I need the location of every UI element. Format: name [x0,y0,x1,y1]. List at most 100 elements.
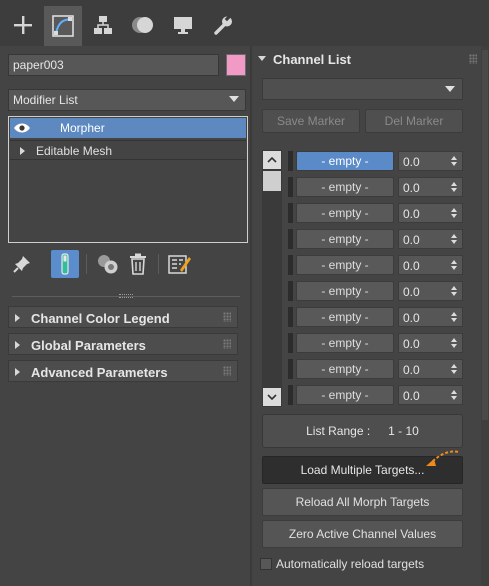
modifier-stack: Morpher Editable Mesh [8,116,248,243]
scroll-up-button[interactable] [263,151,281,169]
save-marker-button[interactable]: Save Marker [262,109,360,133]
stack-toolbar [8,250,248,278]
channel-name-button[interactable]: - empty - [296,307,394,327]
chevron-down-icon [229,96,239,102]
scrollbar-thumb[interactable] [263,171,281,191]
channel-scrollbar[interactable] [262,150,282,407]
monitor-icon [174,17,192,34]
channel-name-button[interactable]: - empty - [296,177,394,197]
channel-value-spinner[interactable]: 0.0 [398,385,463,405]
pin-stack-button[interactable] [8,250,36,278]
channel-value-spinner[interactable]: 0.0 [398,229,463,249]
scrollbar-thumb[interactable] [482,50,488,420]
channel-value-spinner[interactable]: 0.0 [398,203,463,223]
trash-icon [130,253,146,275]
chevron-up-icon [267,157,277,163]
eye-icon[interactable] [13,122,31,134]
spinner-down-icon[interactable] [451,240,457,244]
rollout-title: Global Parameters [31,338,146,353]
channel-value: 0.0 [403,259,420,273]
channel-value-spinner[interactable]: 0.0 [398,281,463,301]
spinner-up-icon[interactable] [451,338,457,342]
spinner-up-icon[interactable] [451,312,457,316]
expand-arrow-icon[interactable] [20,147,25,155]
spinner-down-icon[interactable] [451,214,457,218]
spinner-up-icon[interactable] [451,208,457,212]
rollout-title: Advanced Parameters [31,365,168,380]
stack-item-morpher[interactable]: Morpher [10,118,246,138]
drag-handle-icon[interactable] [223,312,231,322]
channel-name-button[interactable]: - empty - [296,281,394,301]
button-label: Load Multiple Targets... [300,463,425,477]
channel-list: - empty - 0.0 - empty - 0.0 - empty - 0.… [262,150,463,407]
channel-list-header[interactable]: Channel List [250,46,477,72]
splitter-grip[interactable] [119,294,133,298]
channel-color-indicator [288,281,293,301]
channel-value-spinner[interactable]: 0.0 [398,177,463,197]
drag-handle-icon[interactable] [223,366,231,376]
zero-active-channel-values-button[interactable]: Zero Active Channel Values [262,520,463,548]
modifier-list-dropdown[interactable]: Modifier List [8,89,246,111]
auto-reload-label[interactable]: Automatically reload targets [276,557,424,571]
channel-value-spinner[interactable]: 0.0 [398,255,463,275]
rollout-advanced-parameters[interactable]: Advanced Parameters [8,360,238,382]
spinner-up-icon[interactable] [451,286,457,290]
create-tab[interactable] [4,6,42,44]
drag-handle-icon[interactable] [469,54,477,64]
spinner-up-icon[interactable] [451,260,457,264]
channel-name-button[interactable]: - empty - [296,229,394,249]
motion-tab[interactable] [124,6,162,44]
configure-modifier-sets-icon [168,255,191,274]
display-tab[interactable] [164,6,202,44]
spinner-up-icon[interactable] [451,156,457,160]
drag-handle-icon[interactable] [223,339,231,349]
spinner-down-icon[interactable] [451,162,457,166]
remove-modifier-button[interactable] [124,250,152,278]
stack-item-editable-mesh[interactable]: Editable Mesh [10,140,246,160]
spinner-down-icon[interactable] [451,370,457,374]
del-marker-button[interactable]: Del Marker [365,109,463,133]
utilities-tab[interactable] [204,6,242,44]
channel-value-spinner[interactable]: 0.0 [398,307,463,327]
channel-value-spinner[interactable]: 0.0 [398,359,463,379]
channel-row-4: - empty - 0.0 [288,229,463,249]
plus-icon [14,16,32,34]
channel-name-button[interactable]: - empty - [296,203,394,223]
channel-name-button[interactable]: - empty - [296,359,394,379]
rollout-global-parameters[interactable]: Global Parameters [8,333,238,355]
scroll-down-button[interactable] [263,388,281,406]
channel-color-indicator [288,177,293,197]
channel-value: 0.0 [403,337,420,351]
channel-value-spinner[interactable]: 0.0 [398,151,463,171]
spinner-up-icon[interactable] [451,364,457,368]
reload-all-morph-targets-button[interactable]: Reload All Morph Targets [262,488,463,516]
channel-value-spinner[interactable]: 0.0 [398,333,463,353]
show-end-result-button[interactable] [51,250,79,278]
hierarchy-tab[interactable] [84,6,122,44]
spinner-down-icon[interactable] [451,318,457,322]
spinner-down-icon[interactable] [451,266,457,270]
spinner-up-icon[interactable] [451,234,457,238]
make-unique-button[interactable] [94,250,122,278]
object-name-field[interactable]: paper003 [8,54,219,76]
spinner-down-icon[interactable] [451,396,457,400]
panel-scrollbar[interactable] [481,46,489,586]
channel-row-2: - empty - 0.0 [288,177,463,197]
channel-name-button[interactable]: - empty - [296,333,394,353]
hierarchy-icon [94,16,112,34]
object-color-swatch[interactable] [226,54,246,76]
channel-row-9: - empty - 0.0 [288,359,463,379]
spinner-up-icon[interactable] [451,390,457,394]
channel-name-button[interactable]: - empty - [296,255,394,275]
spinner-up-icon[interactable] [451,182,457,186]
spinner-down-icon[interactable] [451,344,457,348]
spinner-down-icon[interactable] [451,292,457,296]
rollout-channel-color-legend[interactable]: Channel Color Legend [8,306,238,328]
channel-name-button[interactable]: - empty - [296,385,394,405]
spinner-down-icon[interactable] [451,188,457,192]
configure-modifier-sets-button[interactable] [166,250,194,278]
modify-tab[interactable] [44,6,82,46]
marker-dropdown[interactable] [262,78,463,100]
auto-reload-checkbox[interactable] [260,558,272,570]
channel-name-button[interactable]: - empty - [296,151,394,171]
